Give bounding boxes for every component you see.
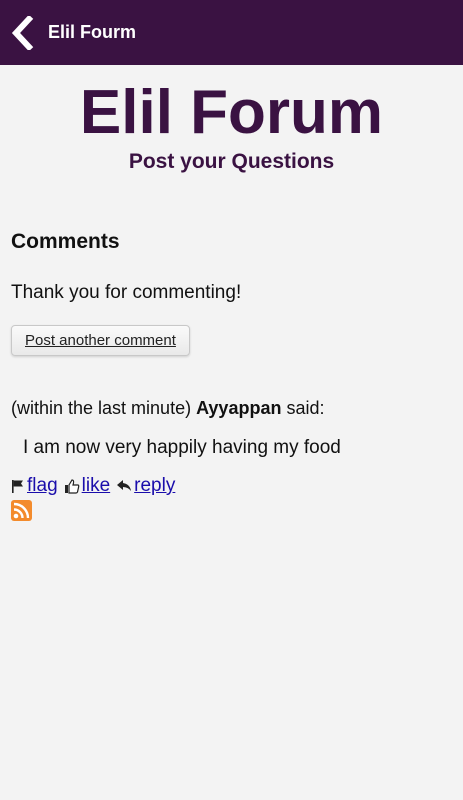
forum-title: Elil Forum [79,78,384,147]
like-link[interactable]: like [64,475,111,497]
comment-meta: (within the last minute) Ayyappan said: [11,398,451,419]
like-label: like [81,475,111,496]
forum-header: Elil Forum Post your Questions [0,78,463,174]
flag-label: flag [27,475,58,496]
reply-link[interactable]: reply [116,475,175,497]
back-button[interactable] [10,15,36,50]
comments-heading: Comments [11,230,120,253]
reply-label: reply [134,475,176,496]
flag-link[interactable]: flag [11,475,58,497]
comment-time: (within the last minute) [11,398,192,418]
comments-section: Comments Thank you for commenting! Post … [11,226,451,521]
comment-actions: flag like reply [11,475,451,497]
comment-said: said: [286,398,325,418]
comment-author: Ayyappan [196,398,282,418]
thank-you-message: Thank you for commenting! [11,282,242,303]
app-bar-title: Elil Fourm [48,22,137,42]
forum-subtitle: Post your Questions [128,150,335,173]
reply-arrow-icon [117,480,132,491]
comment-text: I am now very happily having my food [23,437,341,458]
app-bar: Elil Fourm [0,0,463,65]
rss-feed-button[interactable] [11,500,32,521]
thumbs-up-icon [64,478,79,494]
flag-icon [12,480,23,493]
post-another-comment-button[interactable]: Post another comment [11,325,190,356]
rss-feed-icon [13,502,30,519]
chevron-left-icon [11,15,34,50]
